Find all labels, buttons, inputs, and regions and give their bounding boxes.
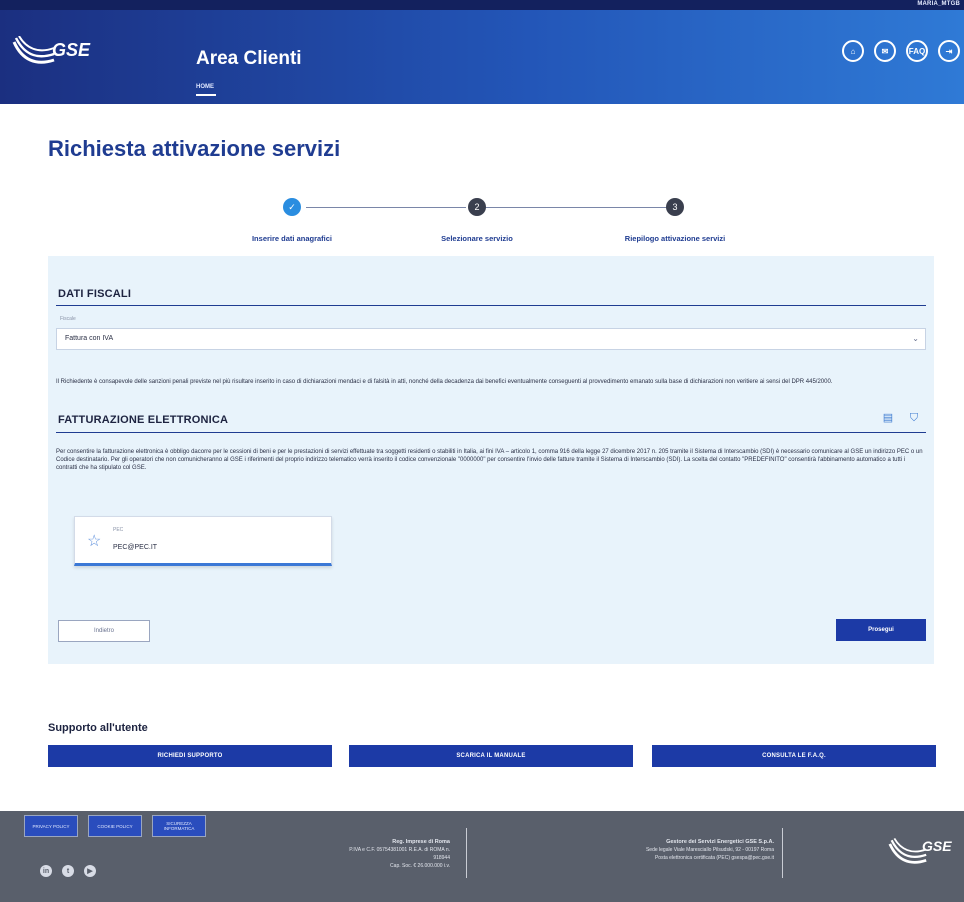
fatturazione-actions: ▤ ⛉: [882, 412, 920, 424]
step-1-label: Inserire dati anagrafici: [251, 234, 333, 243]
dati-fiscali-title: DATI FISCALI: [58, 288, 132, 300]
footer-links: PRIVACY POLICY COOKIE POLICY SICUREZZA I…: [24, 815, 206, 837]
footer-company-title: Gestore dei Servizi Energetici GSE S.p.A…: [666, 839, 774, 845]
fiscale-select-value: Fattura con IVA: [65, 335, 114, 342]
footer-separator: [466, 828, 467, 878]
dpr-note: Il Richiedente è consapevole delle sanzi…: [56, 379, 833, 385]
stepper-connector: [306, 207, 466, 208]
footer-reg-title: Reg. Imprese di Roma: [392, 839, 450, 845]
back-button[interactable]: Indietro: [58, 620, 150, 642]
user-name[interactable]: MARIA_MTGB: [917, 1, 960, 7]
step-3-label: Riepilogo attivazione servizi: [624, 234, 726, 243]
footer-reg-line: P.IVA e C.F. 05754381001 R.E.A. di ROMA …: [349, 847, 450, 853]
chat-icon[interactable]: ✉: [874, 40, 896, 62]
step-1-check-icon[interactable]: ✓: [283, 198, 301, 216]
footer-separator: [782, 828, 783, 878]
footer-reg-line: Cap. Soc. € 26.000.000 i.v.: [390, 863, 450, 869]
document-icon[interactable]: ▤: [882, 412, 894, 424]
support-title: Supporto all'utente: [48, 722, 148, 734]
fatturazione-description: Per consentire la fatturazione elettroni…: [56, 449, 923, 471]
social-links: in t ▶: [40, 865, 96, 877]
faq-button[interactable]: CONSULTA LE F.A.Q.: [652, 745, 936, 767]
cookie-policy-link[interactable]: COOKIE POLICY: [88, 815, 142, 837]
shield-icon[interactable]: ⛉: [908, 412, 920, 424]
twitter-icon[interactable]: t: [62, 865, 74, 877]
page-title: Richiesta attivazione servizi: [48, 136, 341, 161]
breadcrumb[interactable]: HOME: [196, 84, 216, 96]
footer-gse-logo[interactable]: GSE: [888, 837, 952, 878]
form-panel: DATI FISCALI Fiscale Fattura con IVA ⌄ I…: [48, 256, 934, 664]
download-manual-button[interactable]: SCARICA IL MANUALE: [349, 745, 633, 767]
linkedin-icon[interactable]: in: [40, 865, 52, 877]
request-support-button[interactable]: RICHIEDI SUPPORTO: [48, 745, 332, 767]
step-3-dot: 3: [666, 198, 684, 216]
header-strip: MARIA_MTGB: [0, 0, 964, 10]
fatturazione-title: FATTURAZIONE ELETTRONICA: [58, 414, 229, 426]
stepper-connector: [484, 207, 670, 208]
fiscale-select[interactable]: Fattura con IVA ⌄: [56, 328, 926, 350]
step-2-dot: 2: [468, 198, 486, 216]
footer-reg-line: 918944: [433, 855, 450, 861]
site-footer: PRIVACY POLICY COOKIE POLICY SICUREZZA I…: [0, 811, 964, 902]
progress-stepper: ✓ 2 3 Inserire dati anagrafici Seleziona…: [220, 196, 780, 246]
top-header: MARIA_MTGB GSE Area Clienti HOME ⌂ ✉ FAQ…: [0, 0, 964, 104]
next-button[interactable]: Prosegui: [836, 619, 926, 641]
privacy-policy-link[interactable]: PRIVACY POLICY: [24, 815, 78, 837]
youtube-icon[interactable]: ▶: [84, 865, 96, 877]
pec-label: PEC: [113, 527, 124, 533]
pec-value: PEC@PEC.IT: [113, 544, 158, 551]
gse-logo[interactable]: GSE: [12, 35, 92, 76]
app-title: Area Clienti: [196, 48, 302, 69]
chevron-down-icon: ⌄: [912, 334, 919, 343]
home-icon[interactable]: ⌂: [842, 40, 864, 62]
faq-icon[interactable]: FAQ: [906, 40, 928, 62]
footer-company-info: Gestore dei Servizi Energetici GSE S.p.A…: [524, 838, 774, 862]
gse-logo-mark-icon: [12, 35, 55, 64]
security-link[interactable]: SICUREZZA INFORMATICA: [152, 815, 206, 837]
header-icons: ⌂ ✉ FAQ ⇥: [842, 40, 960, 62]
footer-company-reg: Reg. Imprese di Roma P.IVA e C.F. 057543…: [230, 838, 450, 870]
fiscale-field-label: Fiscale: [60, 316, 76, 322]
logout-icon[interactable]: ⇥: [938, 40, 960, 62]
step-2-label: Selezionare servizio: [441, 234, 513, 243]
section-divider: [56, 305, 926, 306]
footer-logo-text: GSE: [922, 838, 952, 854]
pec-contact-card[interactable]: ☆ PEC PEC@PEC.IT: [74, 516, 332, 566]
footer-company-line: Posta elettronica certificata (PEC) gses…: [654, 855, 774, 861]
footer-company-line: Sede legale Viale Maresciallo Pilsudski,…: [645, 847, 774, 853]
gse-logo-text: GSE: [52, 40, 91, 60]
star-icon[interactable]: ☆: [87, 531, 101, 551]
section-divider: [56, 432, 926, 433]
